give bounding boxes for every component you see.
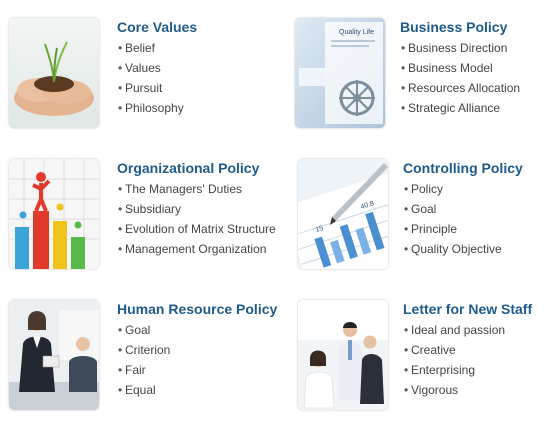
list-item[interactable]: • Goal [404,199,502,219]
list-item-label[interactable]: Business Direction [408,41,507,55]
list-item-label[interactable]: Strategic Alliance [408,101,500,115]
list-item[interactable]: • Fair [118,360,170,380]
list-item[interactable]: • Quality Objective [404,239,502,259]
list-item-label[interactable]: Goal [411,202,436,216]
bullet-glyph: • [118,343,123,357]
list-item[interactable]: • Principle [404,219,502,239]
bullet-glyph: • [404,343,409,357]
list-item-label[interactable]: Philosophy [125,101,184,115]
pen-on-financial-chart-photo[interactable]: 40.8 15 [298,159,388,269]
list-item[interactable]: • Criterion [118,340,170,360]
bullet-glyph: • [118,202,123,216]
list-item[interactable]: • Business Model [401,58,520,78]
list-item[interactable]: • Equal [118,380,170,400]
list-item[interactable]: • Goal [118,320,170,340]
list-item-label[interactable]: Business Model [408,61,493,75]
list-item-label[interactable]: Criterion [125,343,170,357]
bullet-glyph: • [118,61,123,75]
list-item-label[interactable]: Creative [411,343,456,357]
list-item-label[interactable]: Subsidiary [125,202,181,216]
list-item[interactable]: • Subsidiary [118,199,276,219]
list-item-label[interactable]: Management Organization [125,242,266,256]
list-item[interactable]: • Belief [118,38,184,58]
controlling-policy-title[interactable]: Controlling Policy [403,159,523,177]
bullet-glyph: • [118,81,123,95]
brochure-title-text: Quality Life [339,29,374,36]
business-meeting-photo[interactable] [9,300,99,410]
organizational-policy-list: • The Managers' Duties • Subsidiary • Evolu… [118,179,276,259]
business-policy-title[interactable]: Business Policy [400,18,507,36]
list-item[interactable]: • Enterprising [404,360,505,380]
bullet-glyph: • [118,383,123,397]
list-item[interactable]: • Ideal and passion [404,320,505,340]
list-item[interactable]: • Evolution of Matrix Structure [118,219,276,239]
new-staff-team-photo[interactable] [298,300,388,410]
bullet-glyph: • [401,61,406,75]
bullet-glyph: • [401,101,406,115]
bullet-glyph: • [404,363,409,377]
business-policy-list: • Business Direction • Business Model • Res… [401,38,520,118]
figures-on-bar-chart-photo[interactable] [9,159,99,269]
list-item[interactable]: • Values [118,58,184,78]
bullet-glyph: • [404,242,409,256]
list-item[interactable]: • Management Organization [118,239,276,259]
bullet-glyph: • [118,222,123,236]
controlling-policy-list: • Policy • Goal • Principle • Quality Object… [404,179,502,259]
list-item-label[interactable]: Belief [125,41,155,55]
list-item-label[interactable]: Equal [125,383,156,397]
bullet-glyph: • [404,383,409,397]
human-resource-policy-list: • Goal • Criterion • Fair • Equal [118,320,170,400]
list-item[interactable]: • Vigorous [404,380,505,400]
bullet-glyph: • [118,182,123,196]
bullet-glyph: • [118,41,123,55]
list-item-label[interactable]: Goal [125,323,150,337]
list-item-label[interactable]: The Managers' Duties [125,182,242,196]
list-item-label[interactable]: Vigorous [411,383,458,397]
bullet-glyph: • [118,242,123,256]
list-item-label[interactable]: Evolution of Matrix Structure [125,222,276,236]
bullet-glyph: • [401,81,406,95]
bullet-glyph: • [118,363,123,377]
core-values-title[interactable]: Core Values [117,18,197,36]
bullet-glyph: • [404,202,409,216]
list-item[interactable]: • Business Direction [401,38,520,58]
list-item-label[interactable]: Resources Allocation [408,81,520,95]
core-values-list: • Belief • Values • Pursuit • Philosophy [118,38,184,118]
list-item[interactable]: • Creative [404,340,505,360]
list-item-label[interactable]: Quality Objective [411,242,502,256]
organizational-policy-title[interactable]: Organizational Policy [117,159,259,177]
letter-for-new-staff-list: • Ideal and passion • Creative • Enterprisi… [404,320,505,400]
list-item-label[interactable]: Policy [411,182,443,196]
hands-holding-seedling-photo[interactable] [9,18,99,128]
list-item[interactable]: • Resources Allocation [401,78,520,98]
list-item[interactable]: • Pursuit [118,78,184,98]
bullet-glyph: • [401,41,406,55]
bullet-glyph: • [404,222,409,236]
list-item[interactable]: • Philosophy [118,98,184,118]
bullet-glyph: • [118,101,123,115]
letter-for-new-staff-title[interactable]: Letter for New Staff [403,300,532,318]
bullet-glyph: • [404,182,409,196]
list-item-label[interactable]: Enterprising [411,363,475,377]
human-resource-policy-title[interactable]: Human Resource Policy [117,300,277,318]
bullet-glyph: • [118,323,123,337]
list-item-label[interactable]: Pursuit [125,81,162,95]
list-item[interactable]: • Policy [404,179,502,199]
list-item[interactable]: • The Managers' Duties [118,179,276,199]
list-item-label[interactable]: Values [125,61,161,75]
list-item[interactable]: • Strategic Alliance [401,98,520,118]
list-item-label[interactable]: Fair [125,363,146,377]
bullet-glyph: • [404,323,409,337]
list-item-label[interactable]: Principle [411,222,457,236]
quality-life-brochure-photo[interactable]: Quality Life [295,18,385,128]
list-item-label[interactable]: Ideal and passion [411,323,505,337]
